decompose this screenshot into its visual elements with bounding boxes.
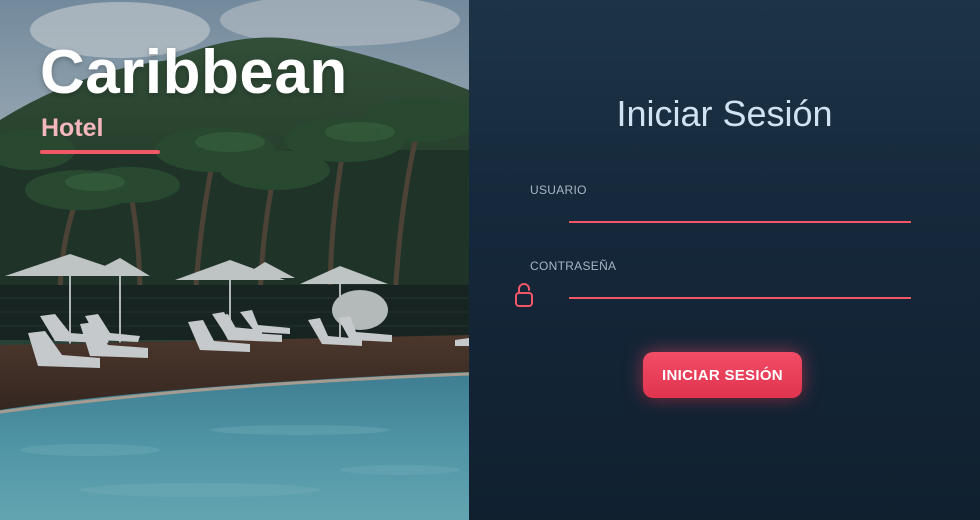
login-submit-button[interactable]: INICIAR SESIÓN [643,352,802,398]
brand-underline-accent [40,150,160,154]
username-label: USUARIO [530,183,587,197]
username-input[interactable] [569,199,911,223]
password-input[interactable] [569,275,911,299]
brand-title: Caribbean [40,38,348,107]
login-heading: Iniciar Sesión [469,92,980,136]
password-label: CONTRASEÑA [530,259,617,273]
lock-icon [515,283,533,307]
brand-subtitle: Hotel [41,114,104,142]
hero-image-panel: Caribbean Hotel [0,0,469,520]
login-panel: Iniciar Sesión USUARIO CONTRASEÑA INICIA… [469,0,980,520]
login-heading-text: Iniciar Sesión [616,93,833,134]
